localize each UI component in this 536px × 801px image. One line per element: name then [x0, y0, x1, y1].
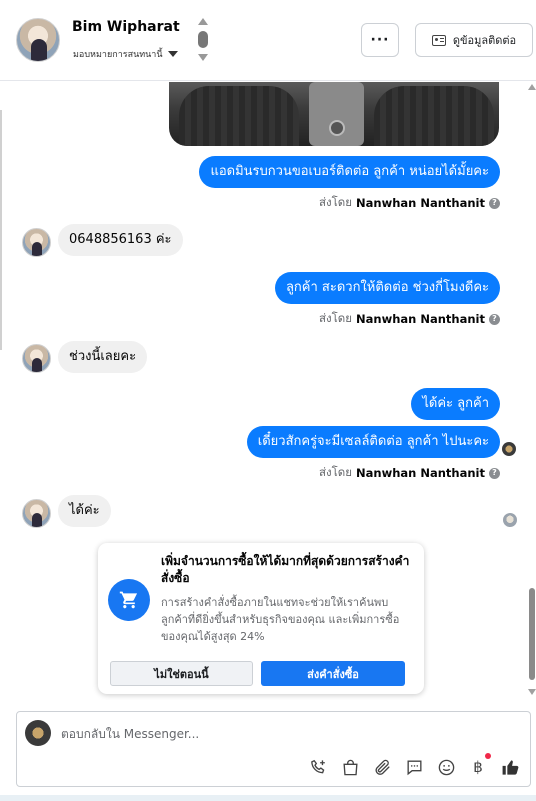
bottom-edge-strip — [0, 795, 536, 801]
assign-conversation-label: มอบหมายการสนทนานี้ — [73, 50, 163, 60]
reply-input[interactable] — [61, 724, 501, 744]
conversation-navigator[interactable] — [196, 18, 210, 64]
emoji-icon[interactable] — [435, 756, 457, 778]
caret-down-icon — [167, 51, 178, 57]
contact-name[interactable]: Bim Wipharat — [72, 19, 180, 35]
message-outgoing[interactable]: ลูกค้า สะดวกให้ติดต่อ ช่วงกี่โมงดีคะ — [274, 272, 500, 304]
sent-by-label: ส่งโดย Nanwhan Nanthanit ? — [319, 194, 500, 212]
scroll-down-arrow-icon[interactable] — [528, 689, 536, 695]
sender-name: Nanwhan Nanthanit — [356, 312, 485, 326]
help-icon[interactable]: ? — [489, 197, 500, 209]
read-receipt-avatar — [503, 513, 517, 527]
promo-description: การสร้างคำสั่งซื้อภายในแชทจะช่วยให้เราค้… — [161, 596, 400, 643]
sent-by-label: ส่งโดย Nanwhan Nanthanit ? — [319, 464, 500, 482]
message-outgoing[interactable]: เดี๋ยวสักครู่จะมีเซลล์ติดต่อ ลูกค้า ไปนะ… — [246, 426, 500, 458]
composer-toolbar: ฿ — [307, 753, 521, 778]
sender-name: Nanwhan Nanthanit — [356, 196, 485, 210]
contact-avatar-small[interactable] — [22, 344, 51, 373]
left-edge-divider — [0, 110, 2, 350]
sent-by-prefix: ส่งโดย — [318, 195, 353, 209]
message-outgoing[interactable]: แอดมินรบกวนขอเบอร์ติดต่อ ลูกค้า หน่อยได้… — [199, 156, 500, 188]
arrow-up-icon[interactable] — [198, 18, 208, 25]
reply-composer: ฿ — [16, 711, 531, 787]
conversation-header: Bim Wipharat มอบหมายการสนทนานี้ ··· ดูข้… — [0, 0, 536, 81]
baht-symbol: ฿ — [473, 758, 483, 776]
send-order-button[interactable]: ส่งคำสั่งซื้อ — [261, 661, 405, 686]
contact-avatar-small[interactable] — [22, 499, 51, 528]
navigator-handle[interactable] — [198, 31, 208, 48]
message-incoming[interactable]: ได้ค่ะ — [58, 495, 111, 527]
photo-gear-knob — [329, 120, 345, 136]
thumbs-up-icon[interactable] — [499, 756, 521, 778]
read-receipt-avatar — [502, 442, 516, 456]
more-options-button[interactable]: ··· — [361, 23, 399, 57]
message-thread[interactable]: แอดมินรบกวนขอเบอร์ติดต่อ ลูกค้า หน่อยได้… — [0, 82, 536, 700]
not-now-button[interactable]: ไม่ใช่ตอนนี้ — [110, 661, 253, 686]
message-outgoing[interactable]: ได้ค่ะ ลูกค้า — [411, 388, 500, 420]
help-icon[interactable]: ? — [489, 467, 500, 479]
sender-name: Nanwhan Nanthanit — [356, 466, 485, 480]
message-incoming[interactable]: 0648856163 ค่ะ — [58, 224, 183, 256]
sent-by-label: ส่งโดย Nanwhan Nanthanit ? — [319, 310, 500, 328]
sent-by-prefix: ส่งโดย — [318, 465, 353, 479]
scroll-up-arrow-icon[interactable] — [528, 84, 536, 90]
sent-by-prefix: ส่งโดย — [318, 311, 353, 325]
saved-replies-icon[interactable] — [403, 756, 425, 778]
photo-console — [309, 82, 364, 146]
notification-dot — [485, 753, 491, 759]
promo-title: เพิ่มจำนวนการซื้อให้ได้มากที่สุดด้วยการส… — [161, 554, 410, 585]
assign-conversation-dropdown[interactable]: มอบหมายการสนทนานี้ — [73, 47, 178, 61]
car-interior-photo[interactable] — [169, 82, 499, 146]
page-avatar — [25, 720, 51, 746]
contact-avatar-small[interactable] — [22, 228, 51, 257]
photo-seat-right — [374, 86, 494, 146]
call-add-icon[interactable] — [307, 756, 329, 778]
arrow-down-icon[interactable] — [198, 54, 208, 61]
shopping-cart-icon — [108, 579, 150, 621]
help-icon[interactable]: ? — [489, 313, 500, 325]
scrollbar-thumb[interactable] — [529, 588, 535, 680]
message-incoming[interactable]: ช่วงนี้เลยคะ — [58, 341, 148, 373]
contact-card-icon — [431, 34, 446, 46]
payment-baht-icon[interactable]: ฿ — [467, 753, 491, 778]
contact-avatar[interactable] — [16, 18, 60, 62]
shopping-bag-icon[interactable] — [339, 756, 361, 778]
paperclip-icon[interactable] — [371, 756, 393, 778]
photo-seat-left — [179, 86, 299, 146]
view-contact-info-button[interactable]: ดูข้อมูลติดต่อ — [415, 23, 533, 57]
create-order-promo-card: เพิ่มจำนวนการซื้อให้ได้มากที่สุดด้วยการส… — [98, 543, 424, 694]
view-contact-info-label: ดูข้อมูลติดต่อ — [452, 34, 517, 47]
